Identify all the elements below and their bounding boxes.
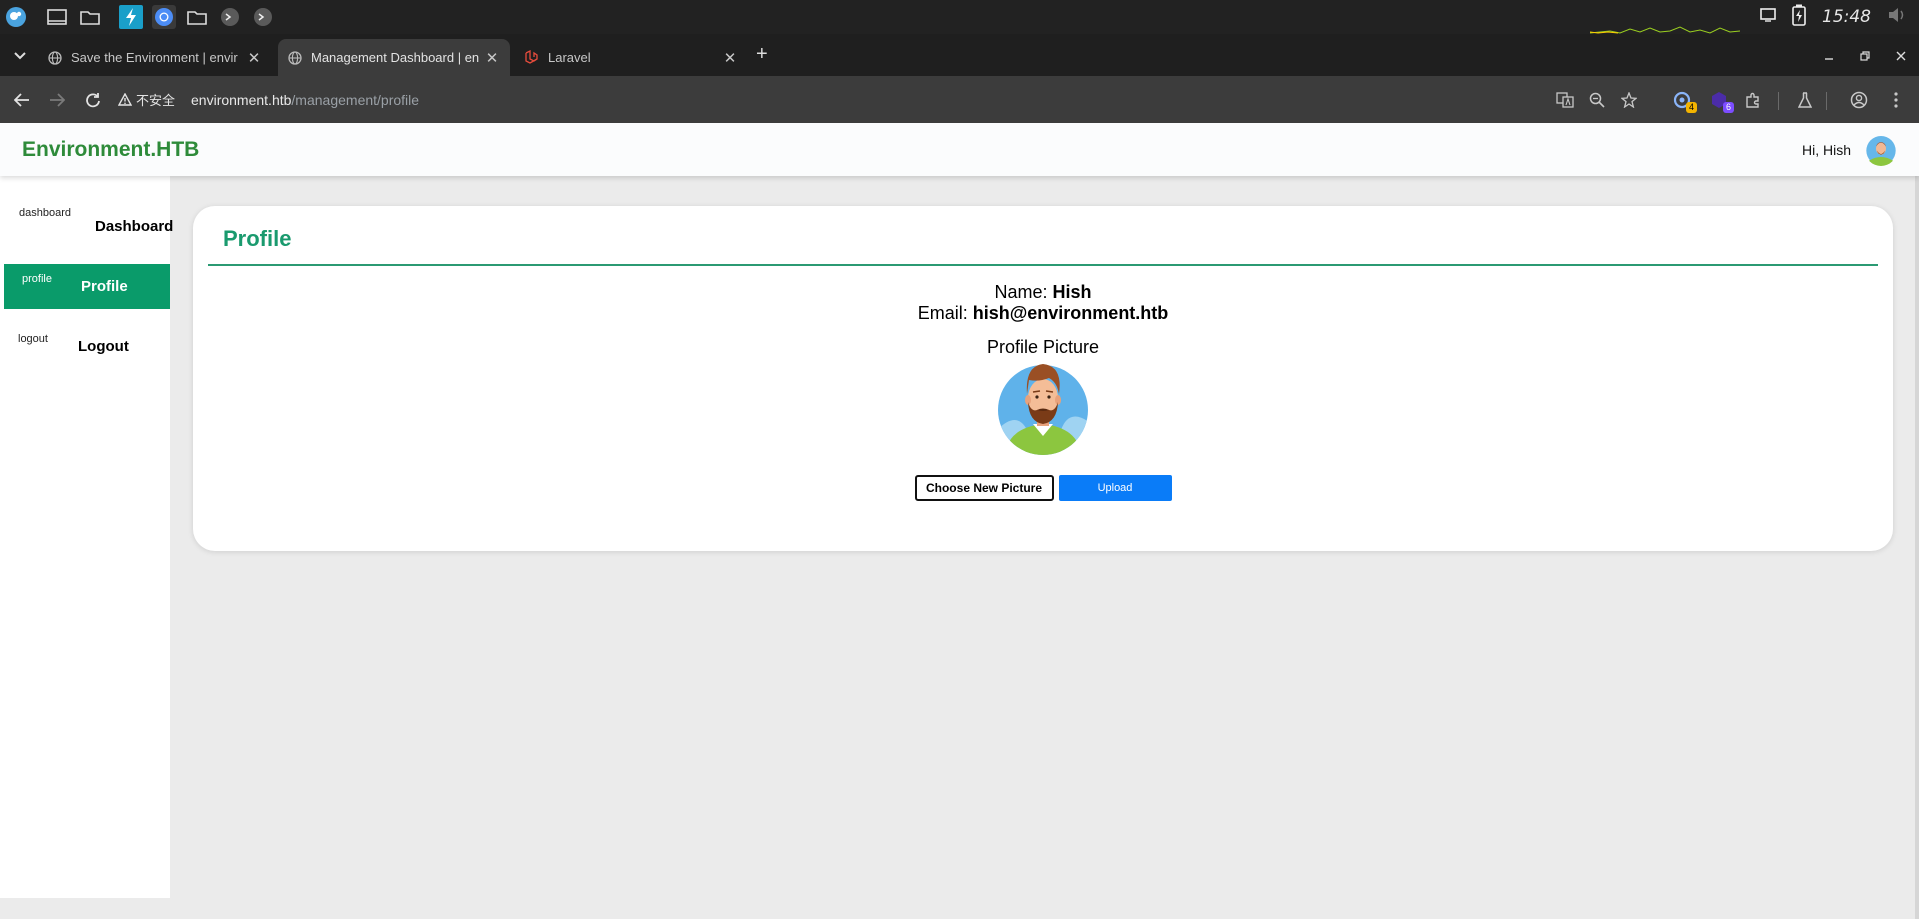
clock[interactable]: 15:48 bbox=[1822, 7, 1871, 27]
close-icon[interactable]: ✕ bbox=[246, 49, 262, 67]
screen-icon[interactable] bbox=[1760, 7, 1776, 27]
desktop-icon[interactable] bbox=[45, 5, 69, 29]
picture-heading: Profile Picture bbox=[986, 337, 1100, 357]
tab-title: Laravel bbox=[548, 50, 591, 65]
new-tab-button[interactable]: + bbox=[756, 44, 768, 64]
terminal-icon[interactable] bbox=[251, 5, 275, 29]
laravel-icon bbox=[525, 50, 538, 64]
page-scrollbar[interactable] bbox=[1915, 176, 1919, 919]
extension-badge: 6 bbox=[1722, 102, 1734, 113]
network-graph-icon bbox=[1590, 26, 1740, 34]
globe-icon bbox=[288, 50, 302, 65]
profile-account-icon[interactable] bbox=[1847, 88, 1871, 112]
bookmark-star-icon[interactable] bbox=[1617, 88, 1641, 112]
sidebar-item-logout[interactable]: logout Logout bbox=[4, 324, 170, 369]
close-icon[interactable]: ✕ bbox=[484, 49, 500, 67]
file-manager-icon[interactable] bbox=[78, 5, 102, 29]
window-controls bbox=[1811, 44, 1919, 68]
email-label: Email: bbox=[917, 303, 968, 323]
tab-management-dashboard[interactable]: Management Dashboard | en ✕ bbox=[278, 39, 510, 76]
name-value: Hish bbox=[1052, 282, 1092, 302]
profile-icon: profile bbox=[22, 273, 52, 285]
close-icon[interactable]: ✕ bbox=[722, 49, 738, 67]
dashboard-icon: dashboard bbox=[19, 207, 71, 219]
page-title: Profile bbox=[223, 226, 292, 251]
toolbar-divider bbox=[1826, 92, 1827, 110]
title-divider bbox=[208, 264, 1878, 266]
profile-picture bbox=[997, 360, 1089, 456]
app-launcher-icon[interactable] bbox=[4, 5, 28, 29]
power-tool-icon[interactable] bbox=[119, 5, 143, 29]
tab-laravel[interactable]: Laravel ✕ bbox=[514, 39, 748, 76]
toolbar-divider bbox=[1778, 92, 1779, 110]
terminal-icon[interactable] bbox=[218, 5, 242, 29]
zoom-icon[interactable] bbox=[1585, 88, 1609, 112]
tab-title: Save the Environment | envir bbox=[71, 50, 238, 65]
tab-title: Management Dashboard | en bbox=[311, 50, 480, 65]
restore-icon[interactable] bbox=[1847, 44, 1883, 68]
sidebar-item-label: Logout bbox=[78, 338, 129, 355]
close-window-icon[interactable] bbox=[1883, 44, 1919, 68]
os-taskbar: 15:48 bbox=[0, 0, 1919, 34]
arrow-right-icon bbox=[50, 93, 65, 107]
browser-tab-strip: Save the Environment | envir ✕ Managemen… bbox=[0, 34, 1919, 76]
extension-badge: 4 bbox=[1685, 102, 1697, 113]
logout-icon: logout bbox=[18, 333, 48, 345]
user-menu[interactable]: Hi, Hish bbox=[1802, 134, 1897, 166]
kebab-menu-icon[interactable] bbox=[1884, 88, 1908, 112]
chevron-down-icon bbox=[14, 52, 26, 60]
profile-details: Name: Hish Email: hish@environment.htb P… bbox=[193, 282, 1893, 501]
system-tray: 15:48 bbox=[1760, 0, 1907, 34]
globe-icon bbox=[48, 50, 62, 65]
forward-button[interactable] bbox=[44, 87, 70, 113]
security-chip[interactable]: 不安全 bbox=[118, 90, 175, 109]
tab-save-the-environment[interactable]: Save the Environment | envir ✕ bbox=[38, 39, 272, 76]
avatar[interactable] bbox=[1865, 134, 1897, 166]
minimize-icon[interactable] bbox=[1811, 44, 1847, 68]
sidebar-item-profile[interactable]: profile Profile bbox=[4, 264, 170, 309]
labs-flask-icon[interactable] bbox=[1793, 88, 1817, 112]
profile-card: Profile Name: Hish Email: hish@environme… bbox=[193, 206, 1893, 551]
tab-search-button[interactable] bbox=[8, 44, 32, 68]
profile-email-row: Email: hish@environment.htb bbox=[193, 303, 1893, 324]
site-header: Environment.HTB Hi, Hish bbox=[0, 123, 1919, 176]
address-bar[interactable]: 不安全 environment.htb/management/profile bbox=[118, 82, 1558, 117]
url-path: /management/profile bbox=[291, 91, 420, 108]
security-label: 不安全 bbox=[136, 93, 176, 108]
reload-icon bbox=[86, 93, 100, 108]
sidebar-item-label: Dashboard bbox=[95, 218, 174, 235]
upload-form: Choose New Picture Upload bbox=[193, 475, 1893, 501]
back-button[interactable] bbox=[9, 87, 35, 113]
user-greeting: Hi, Hish bbox=[1801, 141, 1851, 158]
name-label: Name: bbox=[994, 282, 1048, 302]
reload-button[interactable] bbox=[80, 87, 106, 113]
web-page: Environment.HTB Hi, Hish dashboard Dashb… bbox=[0, 123, 1919, 919]
upload-button[interactable]: Upload bbox=[1058, 475, 1172, 501]
browser-toolbar: 不安全 environment.htb/management/profile 4… bbox=[0, 76, 1919, 123]
volume-icon[interactable] bbox=[1887, 6, 1907, 29]
sidebar-item-label: Profile bbox=[81, 278, 128, 295]
extension-b-icon[interactable]: 6 bbox=[1707, 88, 1734, 113]
chromium-icon[interactable] bbox=[152, 5, 176, 29]
warning-icon bbox=[118, 93, 132, 106]
arrow-left-icon bbox=[14, 93, 29, 107]
folder-icon[interactable] bbox=[185, 5, 209, 29]
url-host: environment.htb bbox=[191, 91, 292, 108]
translate-icon[interactable] bbox=[1553, 88, 1577, 112]
sidebar: dashboard Dashboard profile Profile logo… bbox=[0, 176, 174, 898]
choose-file-button[interactable]: Choose New Picture bbox=[914, 475, 1054, 501]
email-value: hish@environment.htb bbox=[972, 303, 1169, 323]
sidebar-item-dashboard[interactable]: dashboard Dashboard bbox=[4, 204, 174, 249]
extensions-puzzle-icon[interactable] bbox=[1741, 88, 1765, 112]
site-brand[interactable]: Environment.HTB bbox=[22, 138, 199, 162]
battery-icon[interactable] bbox=[1792, 4, 1806, 31]
extension-a-icon[interactable]: 4 bbox=[1670, 88, 1697, 113]
profile-name-row: Name: Hish bbox=[193, 282, 1893, 303]
